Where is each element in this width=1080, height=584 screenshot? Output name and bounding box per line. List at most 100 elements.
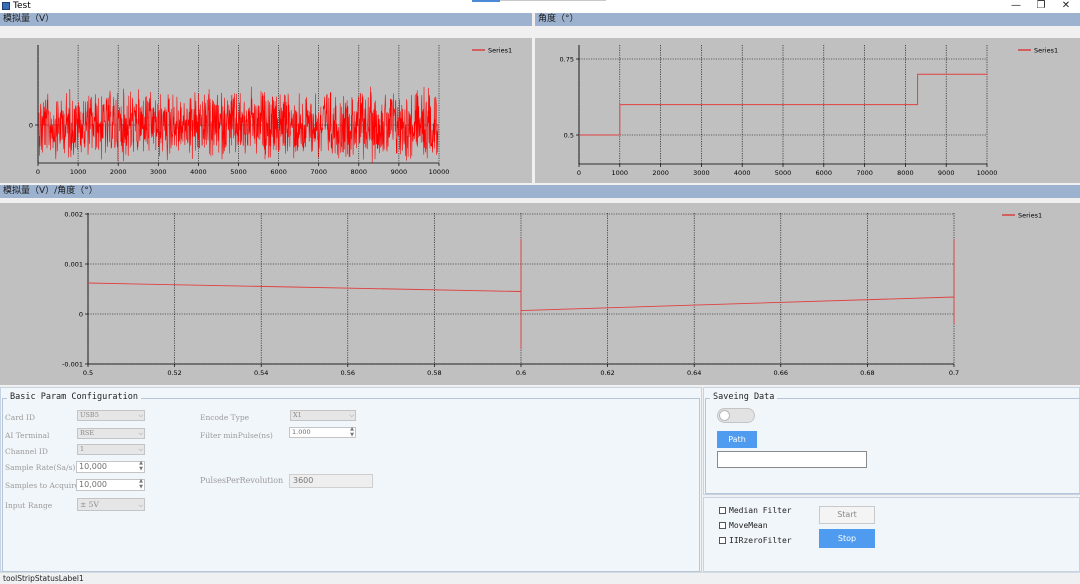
minimize-button[interactable]: — <box>1002 0 1030 13</box>
checkbox-box <box>719 522 726 529</box>
x-tick-label: 2000 <box>652 169 669 177</box>
input-range-select[interactable]: ± 5V ⌵ <box>77 498 145 511</box>
x-tick-label: 0.52 <box>167 369 181 377</box>
y-tick-label: 0.5 <box>564 131 574 139</box>
x-tick-label: 0.56 <box>341 369 355 377</box>
chart-ratio: 0.5 0.52 0.54 0.56 0.58 0.6 0.62 0.64 0.66 0.68 0.… <box>0 203 1080 385</box>
chart-analog: 0 1000 2000 3000 4000 5000 6000 7000 8000 9000 100… <box>0 38 532 183</box>
stop-button[interactable]: Stop <box>819 529 875 548</box>
saving-data-panel: Saveing Data Path <box>703 387 1080 495</box>
series-line <box>87 239 955 349</box>
card-id-value: USB5 <box>80 411 99 419</box>
encode-type-label: Encode Type <box>200 413 250 422</box>
legend-label: Series1 <box>1018 211 1042 219</box>
chart-angle: 0 1000 2000 3000 4000 5000 6000 7000 8000 9000 100… <box>535 38 1080 183</box>
status-bar: toolStripStatusLabel1 <box>0 572 1080 584</box>
chart-angle-plot: 0 1000 2000 3000 4000 5000 6000 7000 8000 9000 100… <box>560 45 1058 177</box>
pulses-per-revolution-label: PulsesPerRevolution <box>200 476 284 485</box>
x-tick-label: 7000 <box>310 168 327 176</box>
chart-ratio-header: 模拟量（V）/角度（°） <box>0 185 1080 198</box>
samples-to-acquire-value: 10,000 <box>79 480 107 489</box>
chart-analog-header: 模拟量（V） <box>0 13 532 26</box>
filter-min-pulse-value: 1.000 <box>292 428 311 436</box>
app-icon <box>2 2 10 10</box>
close-button[interactable]: ✕ <box>1052 0 1080 13</box>
channel-id-label: Channel ID <box>5 447 48 456</box>
caption-indicator <box>472 0 500 2</box>
filter-panel: Median Filter MoveMean IIRzeroFilter Sta… <box>703 497 1080 572</box>
encode-type-select[interactable]: X1 ⌵ <box>290 410 356 421</box>
y-tick-label: 0.002 <box>64 210 83 218</box>
pulses-per-revolution-input[interactable]: 3600 <box>289 474 373 488</box>
path-button[interactable]: Path <box>717 431 757 448</box>
x-tick-label: 8000 <box>351 168 368 176</box>
channel-id-select[interactable]: 1 ⌵ <box>77 444 145 455</box>
y-tick-label: 0.001 <box>64 260 83 268</box>
spin-arrows-icon[interactable]: ▲ ▼ <box>350 426 354 438</box>
spin-arrows-icon[interactable]: ▲ ▼ <box>139 478 143 490</box>
movemean-label: MoveMean <box>729 521 768 530</box>
x-tick-label: 6000 <box>816 169 833 177</box>
samples-to-acquire-input[interactable]: 10,000 ▲ ▼ <box>76 478 145 491</box>
card-id-select[interactable]: USB5 ⌵ <box>77 410 145 421</box>
x-tick-label: 1000 <box>612 169 629 177</box>
x-tick-label: 2000 <box>110 168 127 176</box>
chevron-down-icon: ⌵ <box>138 502 143 509</box>
encode-type-value: X1 <box>293 411 302 419</box>
filter-min-pulse-input[interactable]: 1.000 ▲ ▼ <box>289 426 356 438</box>
input-range-label: Input Range <box>5 501 53 510</box>
chart-analog-title: 模拟量（V） <box>3 14 55 24</box>
window-titlebar: Test — ❐ ✕ <box>0 0 1080 13</box>
chart-ratio-title: 模拟量（V）/角度（°） <box>3 186 98 196</box>
iirzero-filter-checkbox[interactable]: IIRzeroFilter <box>719 536 792 545</box>
x-tick-label: 0.64 <box>687 369 701 377</box>
restore-button[interactable]: ❐ <box>1027 0 1055 13</box>
samples-to-acquire-label: Samples to Acquire <box>5 481 80 490</box>
x-tick-label: 0.62 <box>600 369 614 377</box>
x-tick-label: 0.68 <box>860 369 874 377</box>
median-filter-checkbox[interactable]: Median Filter <box>719 506 792 515</box>
saving-data-group: Saveing Data <box>705 392 1080 494</box>
chevron-down-icon: ⌵ <box>138 430 143 437</box>
sample-rate-input[interactable]: 10,000 ▲ ▼ <box>76 460 145 473</box>
x-tick-label: 4000 <box>734 169 751 177</box>
legend-label: Series1 <box>1034 46 1058 54</box>
x-tick-label: 3000 <box>693 169 710 177</box>
ai-terminal-value: RSE <box>80 429 95 437</box>
saving-data-title: Saveing Data <box>710 392 778 402</box>
caption-indicator-track <box>500 0 606 1</box>
median-filter-label: Median Filter <box>729 506 792 515</box>
x-tick-label: 10000 <box>429 168 450 176</box>
start-button[interactable]: Start <box>819 506 875 524</box>
save-toggle[interactable] <box>717 408 755 423</box>
y-tick-label: -0.001 <box>62 360 83 368</box>
sample-rate-label: Sample Rate(Sa/s) <box>5 463 76 472</box>
window-title: Test <box>13 1 31 11</box>
y-tick-label: 0 <box>79 310 83 318</box>
basic-param-title: Basic Param Configuration <box>7 392 141 402</box>
x-tick-label: 3000 <box>150 168 167 176</box>
x-tick-label: 0 <box>36 168 40 176</box>
path-input[interactable] <box>717 451 867 468</box>
filter-min-pulse-label: Filter minPulse(ns) <box>200 431 273 440</box>
channel-id-value: 1 <box>80 445 85 453</box>
status-label: toolStripStatusLabel1 <box>3 574 84 583</box>
x-tick-label: 0.66 <box>774 369 788 377</box>
chevron-down-icon: ⌵ <box>138 412 143 419</box>
x-tick-label: 0.54 <box>254 369 268 377</box>
spin-arrows-icon[interactable]: ▲ ▼ <box>139 460 143 472</box>
ai-terminal-select[interactable]: RSE ⌵ <box>77 428 145 439</box>
legend-label: Series1 <box>488 46 512 54</box>
y-tick-label: 0.75 <box>560 55 574 63</box>
movemean-checkbox[interactable]: MoveMean <box>719 521 768 530</box>
x-tick-label: 0.58 <box>427 369 441 377</box>
x-tick-label: 0.5 <box>83 369 93 377</box>
chart-analog-plot: 0 1000 2000 3000 4000 5000 6000 7000 8000 9000 100… <box>29 45 512 176</box>
x-tick-label: 6000 <box>270 168 287 176</box>
y-tick-label: 0 <box>29 121 33 129</box>
x-tick-label: 5000 <box>775 169 792 177</box>
toggle-knob <box>719 410 730 421</box>
x-tick-label: 4000 <box>190 168 207 176</box>
x-tick-label: 0.7 <box>949 369 959 377</box>
x-tick-label: 0 <box>577 169 581 177</box>
